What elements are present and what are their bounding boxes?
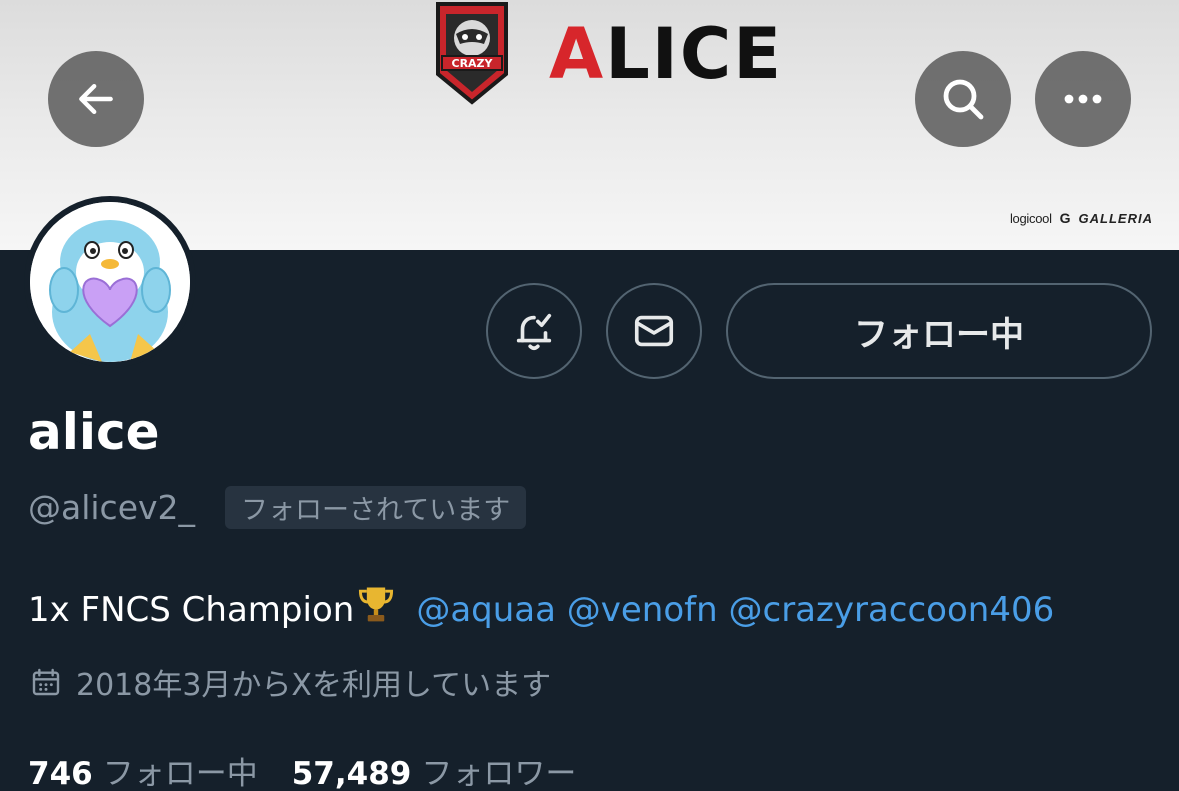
arrow-left-icon — [79, 83, 113, 115]
avatar[interactable] — [24, 196, 196, 368]
mail-icon — [634, 315, 674, 347]
sponsor-logicool: logicool — [1009, 210, 1052, 226]
mention-link-venofn[interactable]: @venofn — [567, 590, 718, 630]
search-button[interactable] — [915, 51, 1011, 147]
mention-link-crazyraccoon406[interactable]: @crazyraccoon406 — [729, 590, 1055, 630]
following-label: フォロー中 — [102, 756, 258, 791]
join-date-text: 2018年3月からXを利用しています — [76, 668, 552, 703]
sponsor-g-logo: G — [1059, 210, 1071, 226]
follow-stats: 746 フォロー中 57,489 フォロワー — [28, 748, 576, 791]
handle-row: @alicev2_ フォローされています — [28, 486, 527, 529]
follows-you-badge: フォローされています — [225, 486, 527, 529]
join-date: 2018年3月からXを利用しています — [30, 660, 551, 704]
display-name: alice — [28, 403, 160, 461]
bell-check-icon — [516, 313, 552, 351]
following-count: 746 — [28, 756, 93, 791]
following-stat[interactable]: 746 フォロー中 — [28, 748, 258, 791]
followers-count: 57,489 — [291, 756, 412, 791]
bio: 1x FNCS Champion @aquaa @venofn @crazyra… — [28, 582, 1054, 633]
search-icon — [943, 79, 984, 120]
bio-text: 1x FNCS Champion — [28, 590, 355, 630]
svg-text:CRAZY: CRAZY — [452, 57, 494, 70]
banner-title-text: LICE — [605, 13, 784, 95]
trophy-icon — [359, 587, 394, 622]
back-button[interactable] — [48, 51, 144, 147]
followers-stat[interactable]: 57,489 フォロワー — [292, 748, 577, 791]
sponsor-logos: logicool G GALLERIA — [1010, 210, 1153, 226]
user-handle: @alicev2_ — [28, 488, 196, 527]
message-button[interactable] — [606, 283, 702, 379]
more-horizontal-icon — [1064, 94, 1102, 104]
following-button[interactable]: フォロー中 — [726, 283, 1152, 379]
calendar-icon — [32, 668, 60, 696]
notifications-button[interactable] — [486, 283, 582, 379]
more-options-button[interactable] — [1035, 51, 1131, 147]
penguin-avatar-image — [30, 202, 190, 362]
mention-link-aquaa[interactable]: @aquaa — [416, 590, 556, 630]
banner-title: ALICE — [549, 13, 784, 95]
followers-label: フォロワー — [421, 756, 577, 791]
sponsor-galleria: GALLERIA — [1078, 210, 1153, 226]
crazy-raccoon-badge-logo: CRAZY — [436, 2, 508, 105]
